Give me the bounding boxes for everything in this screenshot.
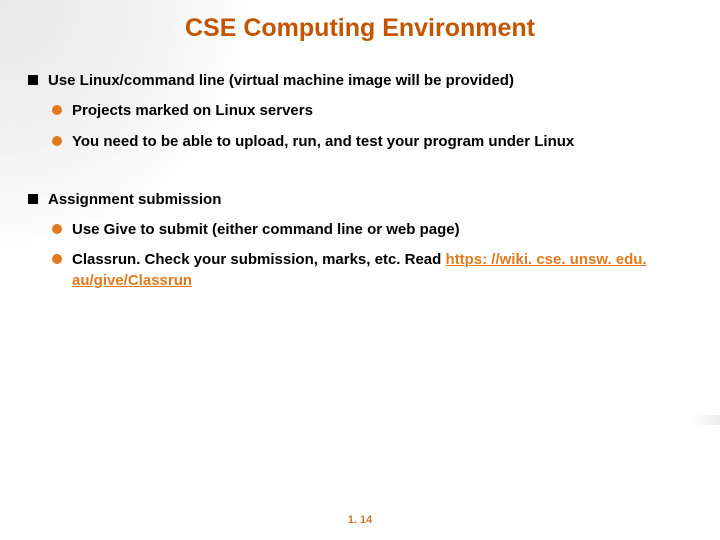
page-number: 1. 14 bbox=[0, 514, 720, 526]
bullet-upload-run-test: You need to be able to upload, run, and … bbox=[52, 132, 692, 152]
bullet-classrun: Classrun. Check your submission, marks, … bbox=[52, 250, 692, 291]
slide-body: CSE Computing Environment Use Linux/comm… bbox=[0, 0, 720, 540]
bullet-use-give: Use Give to submit (either command line … bbox=[52, 220, 692, 240]
bullet-projects-marked: Projects marked on Linux servers bbox=[52, 101, 692, 121]
bullet-linux-heading: Use Linux/command line (virtual machine … bbox=[28, 71, 692, 91]
classrun-text: Classrun. Check your submission, marks, … bbox=[72, 251, 445, 268]
bullet-assignment-heading: Assignment submission bbox=[28, 190, 692, 210]
slide-title: CSE Computing Environment bbox=[28, 14, 692, 43]
